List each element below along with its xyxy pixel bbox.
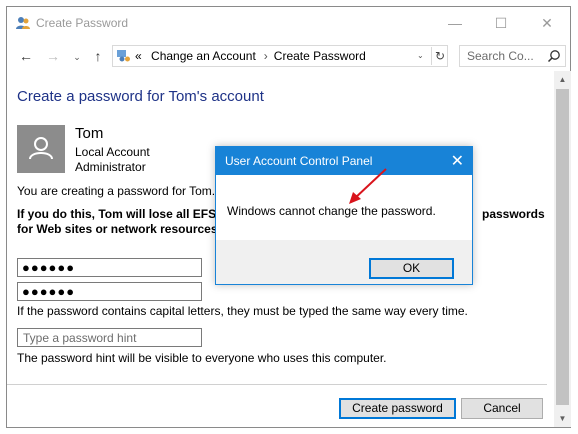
hint-visibility-note: The password hint will be visible to eve… <box>17 351 387 365</box>
user-avatar-icon <box>17 125 65 173</box>
maximize-button[interactable]: ☐ <box>478 7 524 39</box>
warning-line-1: If you do this, Tom will lose all EFS-e <box>17 207 227 221</box>
close-button[interactable]: ✕ <box>524 7 570 39</box>
refresh-button[interactable]: ↻ <box>431 47 448 65</box>
annotation-arrow-icon <box>349 168 387 204</box>
ok-button[interactable]: OK <box>369 258 454 279</box>
cancel-button[interactable]: Cancel <box>461 398 543 419</box>
search-icon[interactable] <box>547 49 561 63</box>
warning-line-1-tail: passwords <box>482 207 545 221</box>
breadcrumb-item-change-account[interactable]: Change an Account <box>151 49 256 63</box>
forward-button[interactable]: → <box>44 47 62 65</box>
window-title: Create Password <box>36 16 129 30</box>
scroll-down-icon[interactable]: ▼ <box>554 410 571 427</box>
warning-line-2: for Web sites or network resources. <box>17 222 221 236</box>
address-bar[interactable]: « Change an Account › Create Password ⌄ ↻ <box>112 45 448 67</box>
password-hint-field[interactable]: Type a password hint <box>17 328 202 347</box>
new-password-field[interactable]: ●●●●●● <box>17 258 202 277</box>
capital-letters-note: If the password contains capital letters… <box>17 304 468 318</box>
scroll-up-icon[interactable]: ▲ <box>554 71 571 88</box>
vertical-scrollbar[interactable]: ▲ ▼ <box>554 71 571 427</box>
users-icon <box>16 17 30 29</box>
create-password-button[interactable]: Create password <box>339 398 456 419</box>
recent-locations-button[interactable]: ⌄ <box>68 48 86 66</box>
address-dropdown-button[interactable]: ⌄ <box>417 51 424 60</box>
divider <box>7 384 547 385</box>
breadcrumb: « Change an Account › Create Password <box>135 49 372 63</box>
breadcrumb-item-create-password[interactable]: Create Password <box>274 49 366 63</box>
confirm-password-field[interactable]: ●●●●●● <box>17 282 202 301</box>
dialog-message: Windows cannot change the password. <box>227 204 436 218</box>
up-button[interactable]: ↑ <box>89 47 107 65</box>
breadcrumb-separator: › <box>263 49 268 63</box>
title-bar: Create Password — ☐ ✕ <box>7 7 570 39</box>
intro-text: You are creating a password for Tom. <box>17 184 216 198</box>
back-button[interactable]: ← <box>17 47 35 65</box>
navigation-bar: ← → ⌄ ↑ « Change an Account › Create Passw… <box>7 41 570 71</box>
scroll-thumb[interactable] <box>556 89 569 405</box>
account-role: Administrator <box>75 160 146 174</box>
dialog-close-button[interactable]: ✕ <box>451 151 464 171</box>
user-name: Tom <box>75 125 104 142</box>
breadcrumb-overflow[interactable]: « <box>135 49 142 63</box>
minimize-button[interactable]: — <box>432 7 478 39</box>
control-panel-icon <box>117 50 130 62</box>
search-placeholder: Search Co... <box>467 49 534 63</box>
account-type: Local Account <box>75 145 150 159</box>
page-title: Create a password for Tom's account <box>17 88 264 105</box>
search-input[interactable]: Search Co... <box>459 45 566 67</box>
person-icon <box>29 137 53 160</box>
